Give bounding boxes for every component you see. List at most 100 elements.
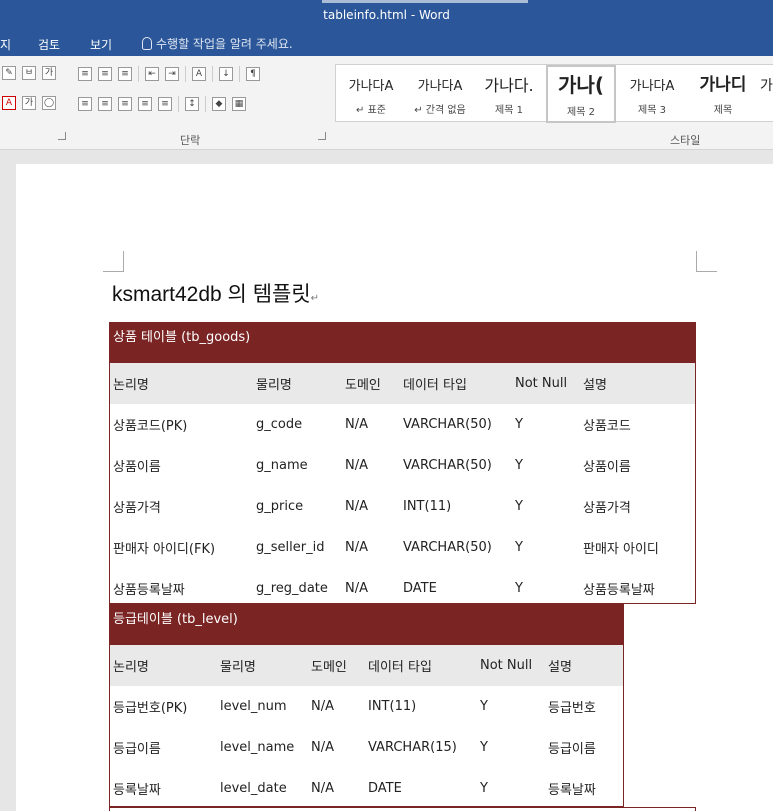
- style-no-spacing[interactable]: 가나다A ↵ 간격 없음: [406, 65, 474, 123]
- table-cell[interactable]: 판매자 아이디: [580, 527, 695, 568]
- table-cell[interactable]: N/A: [342, 404, 400, 445]
- numbering-icon[interactable]: ≡: [98, 67, 112, 81]
- table-cell[interactable]: g_code: [253, 404, 342, 445]
- table-cell[interactable]: Y: [477, 768, 545, 809]
- table-cell[interactable]: level_name: [217, 727, 308, 768]
- goods-table[interactable]: 상품 테이블 (tb_goods) 논리명 물리명 도메인 데이터 타입 Not Nul…: [110, 323, 695, 609]
- justify-icon[interactable]: ≡: [138, 97, 152, 111]
- table-cell[interactable]: VARCHAR(50): [400, 404, 512, 445]
- table-cell[interactable]: 등급이름: [545, 727, 623, 768]
- multilevel-list-icon[interactable]: ≡: [118, 67, 132, 81]
- table-cell[interactable]: DATE: [400, 568, 512, 609]
- table-header-cell[interactable]: 물리명: [253, 363, 342, 404]
- table-cell[interactable]: DATE: [365, 768, 477, 809]
- phonetic-guide-icon[interactable]: ㅂ: [22, 66, 36, 80]
- style-heading-3[interactable]: 가나다A 제목 3: [618, 65, 686, 123]
- tab-partial[interactable]: 지: [0, 36, 11, 53]
- align-right-icon[interactable]: ≡: [118, 97, 132, 111]
- table-cell[interactable]: level_num: [217, 686, 308, 727]
- shading-icon[interactable]: ◆: [212, 97, 226, 111]
- enclose-char-icon[interactable]: ◯: [42, 96, 56, 110]
- table-cell[interactable]: 상품가격: [580, 486, 695, 527]
- document-heading[interactable]: ksmart42db 의 템플릿↵: [112, 278, 319, 308]
- table-cell[interactable]: 상품이름: [580, 445, 695, 486]
- table-cell[interactable]: Y: [512, 486, 580, 527]
- borders-icon[interactable]: ▦: [232, 97, 246, 111]
- show-marks-icon[interactable]: ¶: [246, 67, 260, 81]
- tab-review[interactable]: 검토: [38, 36, 60, 53]
- table-cell[interactable]: 등급번호(PK): [110, 686, 217, 727]
- tab-view[interactable]: 보기: [90, 36, 112, 53]
- table-header-cell[interactable]: 데이터 타입: [400, 363, 512, 404]
- table-cell[interactable]: Y: [512, 568, 580, 609]
- table-header-cell[interactable]: 설명: [545, 645, 623, 686]
- table-cell[interactable]: Y: [477, 686, 545, 727]
- clear-format-icon[interactable]: ✎: [2, 66, 16, 80]
- table-header-cell[interactable]: 도메인: [342, 363, 400, 404]
- bullets-icon[interactable]: ≡: [78, 67, 92, 81]
- table-cell[interactable]: Y: [512, 527, 580, 568]
- font-color-icon[interactable]: A: [2, 96, 16, 110]
- table-cell[interactable]: g_reg_date: [253, 568, 342, 609]
- table-cell[interactable]: N/A: [342, 486, 400, 527]
- style-heading-2[interactable]: 가나( 제목 2: [546, 65, 616, 123]
- table-cell[interactable]: 등급번호: [545, 686, 623, 727]
- table-cell[interactable]: 상품이름: [110, 445, 253, 486]
- table-cell[interactable]: Y: [512, 404, 580, 445]
- table-cell[interactable]: VARCHAR(50): [400, 527, 512, 568]
- table-cell[interactable]: 등록날짜: [545, 768, 623, 809]
- table-cell[interactable]: g_price: [253, 486, 342, 527]
- style-normal[interactable]: 가나다A ↵ 표준: [338, 65, 404, 123]
- table-cell[interactable]: 등록날짜: [110, 768, 217, 809]
- table-cell[interactable]: 상품등록날짜: [580, 568, 695, 609]
- char-shading-icon[interactable]: 가: [22, 96, 36, 110]
- level-table[interactable]: 등급테이블 (tb_level) 논리명 물리명 도메인 데이터 타입 Not Null…: [110, 605, 623, 809]
- style-heading-1[interactable]: 가나다. 제목 1: [476, 65, 542, 123]
- sort-icon[interactable]: ↓: [219, 67, 233, 81]
- tell-me-box[interactable]: 수행할 작업을 알려 주세요.: [142, 35, 293, 52]
- table-cell[interactable]: 등급이름: [110, 727, 217, 768]
- table-header-cell[interactable]: 데이터 타입: [365, 645, 477, 686]
- table-header-cell[interactable]: Not Null: [477, 645, 545, 686]
- table-cell[interactable]: 상품코드: [580, 404, 695, 445]
- distribute-icon[interactable]: ≡: [158, 97, 172, 111]
- asian-layout-icon[interactable]: A: [192, 67, 206, 81]
- table-header-cell[interactable]: 설명: [580, 363, 695, 404]
- table-cell[interactable]: N/A: [342, 445, 400, 486]
- table-cell[interactable]: g_name: [253, 445, 342, 486]
- table-cell[interactable]: 판매자 아이디(FK): [110, 527, 253, 568]
- table-cell[interactable]: INT(11): [400, 486, 512, 527]
- table-cell[interactable]: N/A: [342, 568, 400, 609]
- align-left-icon[interactable]: ≡: [78, 97, 92, 111]
- table-cell[interactable]: VARCHAR(50): [400, 445, 512, 486]
- table-header-cell[interactable]: Not Null: [512, 363, 580, 404]
- table-header-cell[interactable]: 도메인: [308, 645, 365, 686]
- table-cell[interactable]: 상품가격: [110, 486, 253, 527]
- increase-indent-icon[interactable]: ⇥: [165, 67, 179, 81]
- table-cell[interactable]: VARCHAR(15): [365, 727, 477, 768]
- table-cell[interactable]: N/A: [342, 527, 400, 568]
- table-cell[interactable]: g_seller_id: [253, 527, 342, 568]
- table-header-cell[interactable]: 논리명: [110, 645, 217, 686]
- align-center-icon[interactable]: ≡: [98, 97, 112, 111]
- line-spacing-icon[interactable]: ↕: [185, 97, 199, 111]
- decrease-indent-icon[interactable]: ⇤: [145, 67, 159, 81]
- document-page[interactable]: ksmart42db 의 템플릿↵ 상품 테이블 (tb_goods) 논리명 물…: [16, 164, 773, 811]
- table-cell[interactable]: 상품등록날짜: [110, 568, 253, 609]
- paragraph-tools-row1: ≡ ≡ ≡ ⇤ ⇥ A ↓ ¶: [78, 66, 260, 82]
- paragraph-dialog-launcher[interactable]: [318, 132, 326, 140]
- table-cell[interactable]: Y: [512, 445, 580, 486]
- table-cell[interactable]: 상품코드(PK): [110, 404, 253, 445]
- table-cell[interactable]: level_date: [217, 768, 308, 809]
- table-cell[interactable]: N/A: [308, 686, 365, 727]
- table-cell[interactable]: N/A: [308, 727, 365, 768]
- table-cell[interactable]: Y: [477, 727, 545, 768]
- style-title[interactable]: 가나디 제목: [688, 65, 758, 123]
- table-cell[interactable]: N/A: [308, 768, 365, 809]
- style-subtitle[interactable]: 가: [760, 65, 773, 123]
- table-cell[interactable]: INT(11): [365, 686, 477, 727]
- table-header-cell[interactable]: 논리명: [110, 363, 253, 404]
- table-header-cell[interactable]: 물리명: [217, 645, 308, 686]
- font-dialog-launcher[interactable]: [58, 132, 66, 140]
- char-border-icon[interactable]: 가: [42, 66, 56, 80]
